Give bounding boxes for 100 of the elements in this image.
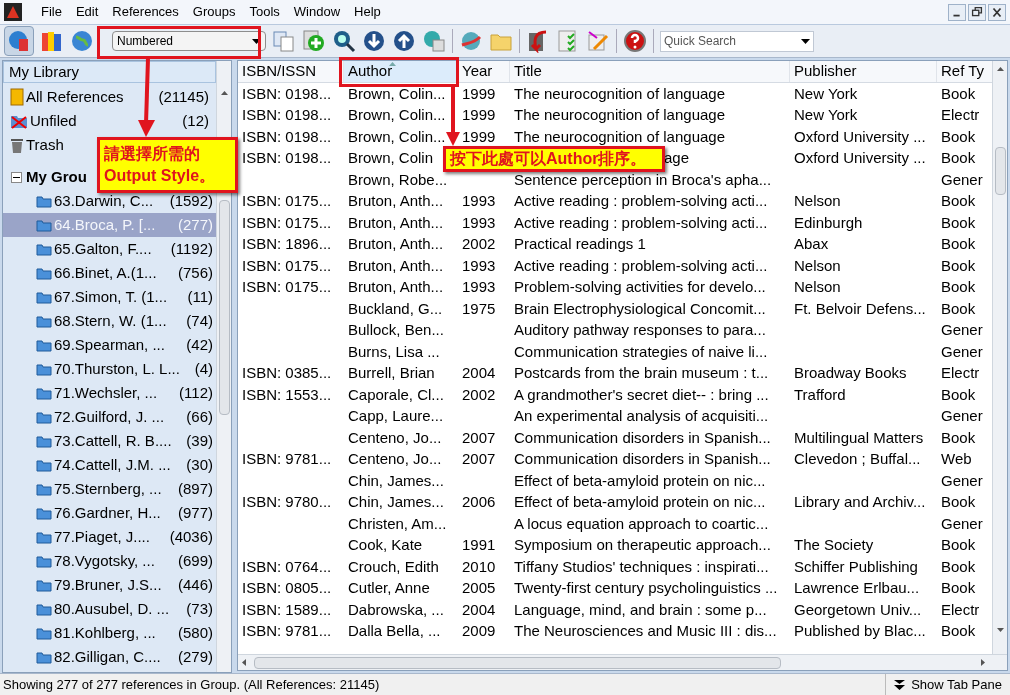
group-item[interactable]: 69.Spearman, ... (42) bbox=[3, 333, 216, 357]
show-tab-pane-button[interactable]: Show Tab Pane bbox=[885, 674, 1010, 695]
table-cell-text: ISBN: 0175... bbox=[242, 191, 332, 211]
add-icon[interactable] bbox=[302, 29, 326, 53]
scroll-down-icon[interactable] bbox=[996, 628, 1004, 632]
library-header[interactable]: My Library bbox=[3, 61, 216, 83]
scrollbar-thumb[interactable] bbox=[994, 147, 1006, 195]
table-cell-text: Brown, Colin... bbox=[348, 83, 446, 104]
books-icon[interactable] bbox=[40, 29, 64, 53]
table-cell-text: A grandmother's secret diet-- : bring ... bbox=[514, 384, 769, 405]
table-cell-text: Communication disorders in Spanish... bbox=[514, 449, 771, 469]
table-cell-text: ISBN: 0198... bbox=[242, 148, 332, 168]
table-cell-text: Dabrowska, ... bbox=[348, 599, 444, 620]
group-item[interactable]: 66.Binet, A.(1... (756) bbox=[3, 261, 216, 285]
group-item[interactable]: 72.Guilford, J. ... (66) bbox=[3, 405, 216, 429]
group-item[interactable]: 79.Bruner, J.S... (446) bbox=[3, 573, 216, 597]
group-item[interactable]: 82.Gilligan, C.... (279) bbox=[3, 645, 216, 669]
table-cell-text: Cutler, Anne bbox=[348, 578, 430, 598]
library-item[interactable]: Unfiled (12) bbox=[3, 109, 216, 133]
group-item[interactable]: 80.Ausubel, D. ... (73) bbox=[3, 597, 216, 621]
menu-item[interactable]: References bbox=[105, 2, 186, 22]
table-cell-text: Book bbox=[941, 535, 976, 555]
scroll-up-icon[interactable] bbox=[220, 91, 228, 95]
library-item[interactable]: All References (21145) bbox=[3, 85, 216, 109]
group-item[interactable]: 65.Galton, F.... (1192) bbox=[3, 237, 216, 261]
table-cell-text: Gener bbox=[941, 470, 983, 491]
folder-icon bbox=[36, 410, 52, 424]
column-header[interactable]: Year bbox=[458, 61, 510, 82]
column-header[interactable]: Title bbox=[510, 61, 790, 82]
scrollbar-thumb[interactable] bbox=[218, 200, 230, 415]
globe-books-icon[interactable] bbox=[7, 29, 31, 53]
table-cell-text: Book bbox=[941, 621, 976, 641]
table-cell-text: Nelson bbox=[794, 191, 841, 211]
table-cell-text: Bullock, Ben... bbox=[348, 320, 444, 340]
group-item[interactable]: 73.Cattell, R. B.... (39) bbox=[3, 429, 216, 453]
group-item[interactable]: 76.Gardner, H... (977) bbox=[3, 501, 216, 525]
scroll-up-icon[interactable] bbox=[996, 67, 1004, 71]
table-cell-text: 2004 bbox=[462, 599, 496, 620]
table-cell-text: Problem-solving activities for develo... bbox=[514, 277, 766, 297]
scrollbar[interactable] bbox=[216, 61, 231, 672]
column-header[interactable]: Publisher bbox=[790, 61, 937, 82]
table-cell-text: Gener bbox=[941, 406, 983, 426]
group-item[interactable]: 68.Stern, W. (1... (74) bbox=[3, 309, 216, 333]
help-icon[interactable] bbox=[623, 29, 647, 53]
table-cell-text: 1999 bbox=[462, 83, 496, 104]
scroll-left-icon[interactable] bbox=[242, 659, 246, 666]
close-icon[interactable] bbox=[988, 3, 1006, 21]
table-cell-text: 1993 bbox=[462, 255, 496, 276]
group-item[interactable]: 63.Darwin, C... (1592) bbox=[3, 189, 216, 213]
caret-icon[interactable] bbox=[801, 38, 810, 44]
table-cell-text: Abax bbox=[794, 234, 829, 254]
sort-arrow-icon bbox=[389, 62, 396, 66]
group-item[interactable]: 75.Sternberg, ... (897) bbox=[3, 477, 216, 501]
table-cell-text: Burns, Lisa ... bbox=[348, 341, 440, 362]
group-item[interactable]: 77.Piaget, J.... (4036) bbox=[3, 525, 216, 549]
globe-document-icon[interactable] bbox=[422, 29, 446, 53]
menu-item[interactable]: Edit bbox=[68, 2, 106, 22]
app-logo-icon[interactable] bbox=[4, 3, 22, 21]
quick-search-field[interactable]: Quick Search bbox=[660, 30, 814, 52]
scroll-right-icon[interactable] bbox=[981, 659, 985, 666]
group-item[interactable]: 70.Thurston, L. L... (4) bbox=[3, 357, 216, 381]
group-item[interactable]: 78.Vygotsky, ... (699) bbox=[3, 549, 216, 573]
menu-item[interactable]: Window bbox=[286, 2, 348, 22]
table-cell-text: New York bbox=[794, 83, 858, 104]
search-icon[interactable] bbox=[332, 29, 356, 53]
table-cell-text: ISBN: 0198... bbox=[242, 105, 332, 125]
scrollbar[interactable] bbox=[992, 61, 1007, 654]
scrollbar-thumb[interactable] bbox=[254, 656, 781, 669]
menu-item[interactable]: File bbox=[34, 2, 69, 22]
table-cell-text: Twenty-first century psycholinguistics ... bbox=[514, 578, 778, 598]
globe-icon[interactable] bbox=[70, 29, 94, 53]
table-cell-text: Lawrence Erlbau... bbox=[794, 578, 920, 598]
table-cell-text: Web bbox=[941, 449, 972, 469]
folder-icon bbox=[36, 602, 52, 616]
double-down-icon bbox=[894, 679, 906, 690]
group-item[interactable]: 67.Simon, T. (1... (11) bbox=[3, 285, 216, 309]
table-cell-text: Book bbox=[941, 83, 976, 104]
table-cell-text: Gener bbox=[941, 169, 983, 190]
library-item[interactable]: Trash bbox=[3, 133, 71, 157]
collapse-icon[interactable] bbox=[11, 171, 22, 183]
output-style-dropdown[interactable]: Numbered bbox=[112, 31, 266, 51]
group-item[interactable]: 81.Kohlberg, ... (580) bbox=[3, 621, 216, 645]
groups-header[interactable]: My Grou bbox=[26, 165, 87, 189]
column-header[interactable]: Author bbox=[344, 61, 458, 82]
restore-icon[interactable] bbox=[968, 3, 986, 21]
group-item[interactable]: 74.Cattell, J.M. ... (30) bbox=[3, 453, 216, 477]
menu-item[interactable]: Groups bbox=[185, 2, 243, 22]
table-cell-text: Book bbox=[941, 255, 976, 276]
table-cell-text: Electr bbox=[941, 105, 980, 125]
group-item[interactable]: 71.Wechsler, ... (112) bbox=[3, 381, 216, 405]
menu-item[interactable]: Tools bbox=[242, 2, 287, 22]
horizontal-scrollbar[interactable] bbox=[238, 654, 1007, 670]
menu-item[interactable]: Help bbox=[347, 2, 388, 22]
table-cell-text: Multilingual Matters bbox=[794, 427, 924, 448]
table-cell-text: Capp, Laure... bbox=[348, 406, 444, 426]
table-cell-text: Ft. Belvoir Defens... bbox=[794, 298, 926, 319]
folder-icon bbox=[36, 194, 52, 208]
table-cell-text: Book bbox=[941, 556, 976, 577]
table-cell-text: Communication disorders in Spanish... bbox=[514, 427, 771, 448]
edit-document-icon[interactable] bbox=[586, 29, 610, 53]
